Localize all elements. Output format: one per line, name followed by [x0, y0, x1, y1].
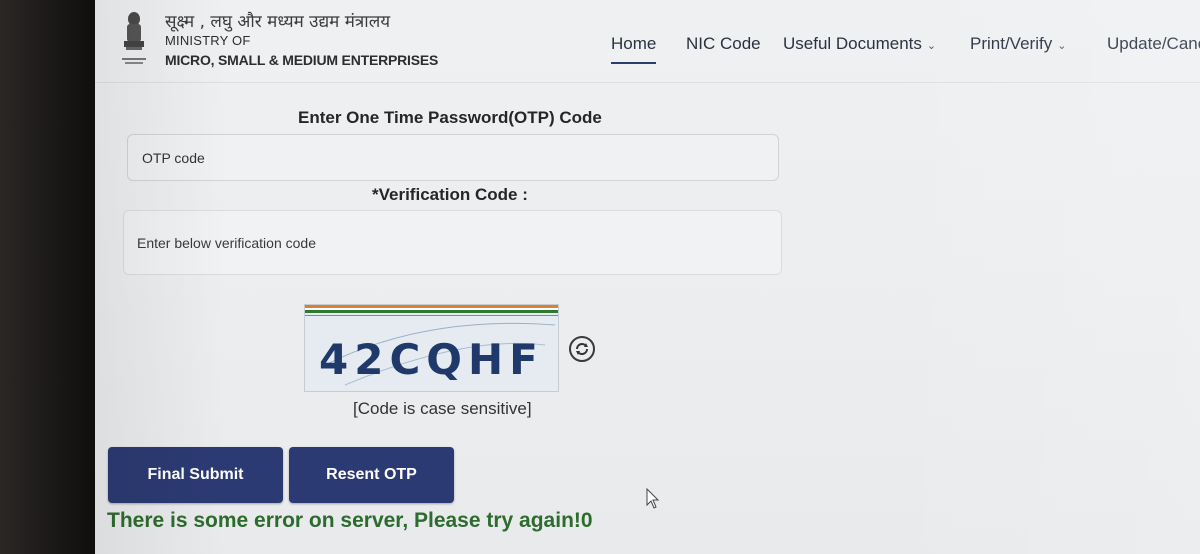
- ministry-name-hindi: सूक्ष्म , लघु और मध्यम उद्यम मंत्रालय: [165, 12, 391, 32]
- server-error-message: There is some error on server, Please tr…: [107, 509, 593, 532]
- refresh-captcha-button[interactable]: [569, 336, 595, 362]
- nav-home[interactable]: Home: [611, 34, 657, 64]
- nav-home-label: Home: [611, 34, 657, 53]
- chevron-down-icon: ⌄: [1057, 40, 1067, 52]
- national-emblem-icon: [122, 12, 146, 64]
- refresh-icon: [576, 343, 588, 355]
- site-header: सूक्ष्म , लघु और मध्यम उद्यम मंत्रालय MI…: [95, 0, 1200, 83]
- final-submit-button[interactable]: Final Submit: [108, 447, 283, 503]
- nav-useful-documents-label: Useful Documents: [783, 34, 922, 53]
- nav-update-cancel-label: Update/Canc: [1107, 34, 1200, 53]
- nav-print-verify-label: Print/Verify: [970, 34, 1053, 53]
- browser-viewport: सूक्ष्म , लघु और मध्यम उद्यम मंत्रालय MI…: [95, 0, 1200, 554]
- verification-code-input[interactable]: [123, 210, 782, 275]
- otp-label: Enter One Time Password(OTP) Code: [298, 108, 602, 127]
- monitor-bezel: [0, 0, 95, 554]
- mouse-pointer-icon: [646, 488, 660, 509]
- nav-nic-code-label: NIC Code: [686, 34, 761, 53]
- verification-code-label: *Verification Code :: [372, 185, 528, 204]
- ministry-name-line1: MINISTRY OF: [165, 33, 251, 48]
- chevron-down-icon: ⌄: [926, 40, 937, 52]
- nav-nic-code[interactable]: NIC Code: [686, 34, 761, 54]
- nav-useful-documents[interactable]: Useful Documents ⌄: [783, 34, 936, 54]
- captcha-image: 42CQHF: [304, 304, 559, 392]
- case-sensitive-note: [Code is case sensitive]: [353, 399, 532, 418]
- otp-input[interactable]: [127, 134, 779, 181]
- resent-otp-button[interactable]: Resent OTP: [289, 447, 454, 503]
- captcha-text: 42CQHF: [319, 335, 544, 384]
- nav-update-cancel[interactable]: Update/Canc: [1107, 34, 1200, 54]
- ministry-name-line2: MICRO, SMALL & MEDIUM ENTERPRISES: [165, 52, 439, 68]
- nav-print-verify[interactable]: Print/Verify ⌄: [970, 34, 1066, 54]
